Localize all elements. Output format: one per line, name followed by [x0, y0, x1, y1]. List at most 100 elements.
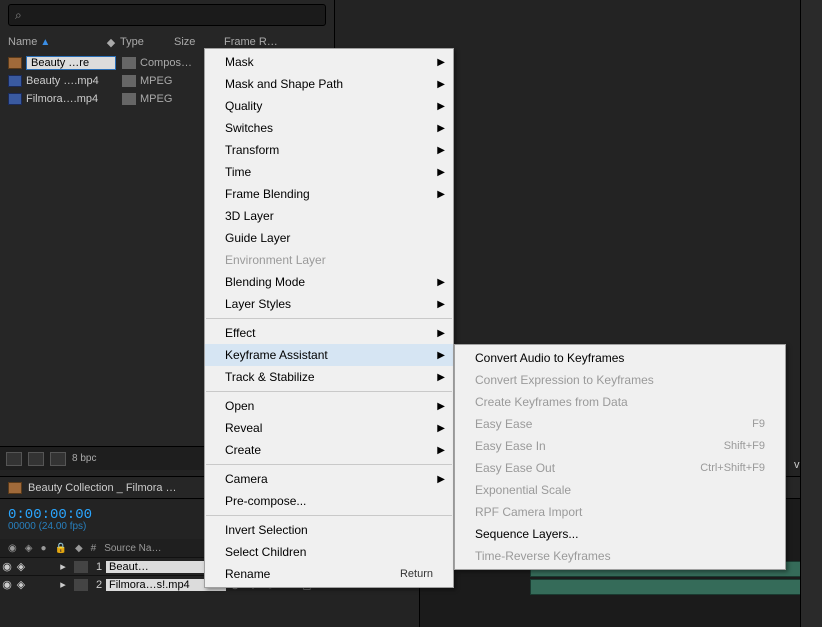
keyframe-assistant-submenu: Convert Audio to Keyframes Convert Expres… — [454, 344, 786, 570]
menu-item[interactable]: 3D Layer — [205, 205, 453, 227]
col-frame-rate[interactable]: Frame R… — [224, 36, 284, 48]
item-name: Filmora….mp4 — [26, 93, 116, 105]
menu-item[interactable]: Invert Selection — [205, 519, 453, 541]
composition-icon — [8, 57, 22, 69]
menu-item-label: Convert Audio to Keyframes — [475, 351, 624, 365]
menu-item: Easy Ease Out Ctrl+Shift+F9 — [455, 457, 785, 479]
new-comp-icon[interactable] — [50, 452, 66, 466]
visibility-icon[interactable]: ◉ — [0, 560, 14, 573]
menu-item-label: Easy Ease — [475, 417, 532, 431]
menu-item[interactable]: Layer Styles ▶ — [205, 293, 453, 315]
search-field[interactable]: ⌕ — [8, 4, 326, 26]
interpret-footage-icon[interactable] — [6, 452, 22, 466]
menu-item[interactable]: Switches▶ — [205, 117, 453, 139]
fps-indicator: 00000 (24.00 fps) — [8, 521, 92, 532]
submenu-arrow-icon: ▶ — [437, 189, 445, 200]
menu-separator — [206, 515, 452, 516]
menu-item-label: Exponential Scale — [475, 483, 571, 497]
menu-item-label: Convert Expression to Keyframes — [475, 373, 654, 387]
menu-item[interactable]: Pre-compose... — [205, 490, 453, 512]
menu-item-label: Easy Ease In — [475, 439, 546, 453]
menu-item-label: Keyframe Assistant — [225, 348, 328, 362]
video-file-icon — [8, 93, 22, 105]
item-name: Beauty …re — [26, 56, 116, 70]
layer-label[interactable] — [74, 579, 88, 591]
menu-item: Exponential Scale — [455, 479, 785, 501]
col-label-icon[interactable]: ◆ — [102, 36, 120, 49]
submenu-arrow-icon: ▶ — [437, 277, 445, 288]
audio-icon[interactable]: ◈ — [14, 560, 28, 573]
menu-item-label: Guide Layer — [225, 231, 290, 245]
menu-item[interactable]: Sequence Layers... — [455, 523, 785, 545]
menu-item-label: Camera — [225, 472, 268, 486]
menu-item-label: Quality — [225, 99, 262, 113]
menu-item-label: RPF Camera Import — [475, 505, 582, 519]
label-swatch[interactable] — [122, 57, 136, 69]
menu-item[interactable]: Reveal▶ — [205, 417, 453, 439]
layer-index: 2 — [92, 579, 106, 591]
menu-item[interactable]: Select Children — [205, 541, 453, 563]
submenu-arrow-icon: ▶ — [437, 299, 445, 310]
twirl-icon[interactable]: ▸ — [56, 560, 70, 573]
menu-item[interactable]: Frame Blending ▶ — [205, 183, 453, 205]
submenu-arrow-icon: ▶ — [437, 101, 445, 112]
new-folder-icon[interactable] — [28, 452, 44, 466]
menu-item-label: Mask — [225, 55, 254, 69]
submenu-arrow-icon: ▶ — [437, 167, 445, 178]
menu-item-label: Easy Ease Out — [475, 461, 555, 475]
col-type[interactable]: Type — [120, 36, 174, 48]
submenu-arrow-icon: ▶ — [437, 328, 445, 339]
menu-item[interactable]: Mask▶ — [205, 51, 453, 73]
comp-icon — [8, 482, 22, 494]
audio-icon[interactable]: ◈ — [14, 578, 28, 591]
menu-item[interactable]: Mask and Shape Path▶ — [205, 73, 453, 95]
label-swatch[interactable] — [122, 93, 136, 105]
col-size[interactable]: Size — [174, 36, 224, 48]
menu-item[interactable]: Quality ▶ — [205, 95, 453, 117]
menu-shortcut: Shift+F9 — [724, 440, 765, 452]
menu-item: Easy EaseF9 — [455, 413, 785, 435]
menu-item-label: Pre-compose... — [225, 494, 306, 508]
label-swatch[interactable] — [122, 75, 136, 87]
sort-asc-icon: ▲ — [40, 37, 50, 48]
menu-item: Environment Layer — [205, 249, 453, 271]
menu-item-label: Select Children — [225, 545, 306, 559]
menu-item-label: Create Keyframes from Data — [475, 395, 628, 409]
submenu-arrow-icon: ▶ — [437, 423, 445, 434]
bpc-indicator[interactable]: 8 bpc — [72, 453, 96, 464]
menu-item[interactable]: Guide Layer — [205, 227, 453, 249]
col-name[interactable]: Name▲ — [8, 36, 102, 48]
menu-shortcut: Ctrl+Shift+F9 — [700, 462, 765, 474]
menu-item-label: Frame Blending — [225, 187, 310, 201]
menu-separator — [206, 318, 452, 319]
twirl-icon[interactable]: ▸ — [56, 578, 70, 591]
menu-item[interactable]: RenameReturn — [205, 563, 453, 585]
menu-item-label: Blending Mode — [225, 275, 305, 289]
search-icon: ⌕ — [15, 8, 22, 23]
menu-item-label: Invert Selection — [225, 523, 308, 537]
layer-label[interactable] — [74, 561, 88, 573]
menu-item-label: 3D Layer — [225, 209, 274, 223]
menu-item-label: Switches — [225, 121, 273, 135]
submenu-arrow-icon: ▶ — [437, 350, 445, 361]
menu-item[interactable]: Convert Audio to Keyframes — [455, 347, 785, 369]
menu-item[interactable]: Time▶ — [205, 161, 453, 183]
menu-item[interactable]: Keyframe Assistant ▶ — [205, 344, 453, 366]
search-input[interactable] — [26, 8, 319, 22]
menu-item[interactable]: Track & Stabilize▶ — [205, 366, 453, 388]
menu-item-label: Open — [225, 399, 254, 413]
menu-item[interactable]: Open▶ — [205, 395, 453, 417]
menu-item[interactable]: Create▶ — [205, 439, 453, 461]
menu-item-label: Layer Styles — [225, 297, 291, 311]
menu-item-label: Time-Reverse Keyframes — [475, 549, 611, 563]
menu-item[interactable]: Camera▶ — [205, 468, 453, 490]
menu-separator — [206, 391, 452, 392]
menu-item[interactable]: Blending Mode ▶ — [205, 271, 453, 293]
submenu-arrow-icon: ▶ — [437, 445, 445, 456]
menu-item[interactable]: Effect▶ — [205, 322, 453, 344]
visibility-icon[interactable]: ◉ — [0, 578, 14, 591]
menu-item[interactable]: Transform▶ — [205, 139, 453, 161]
layer-index: 1 — [92, 561, 106, 573]
item-type: MPEG — [140, 75, 194, 87]
layer-bar-2[interactable] — [530, 579, 822, 595]
